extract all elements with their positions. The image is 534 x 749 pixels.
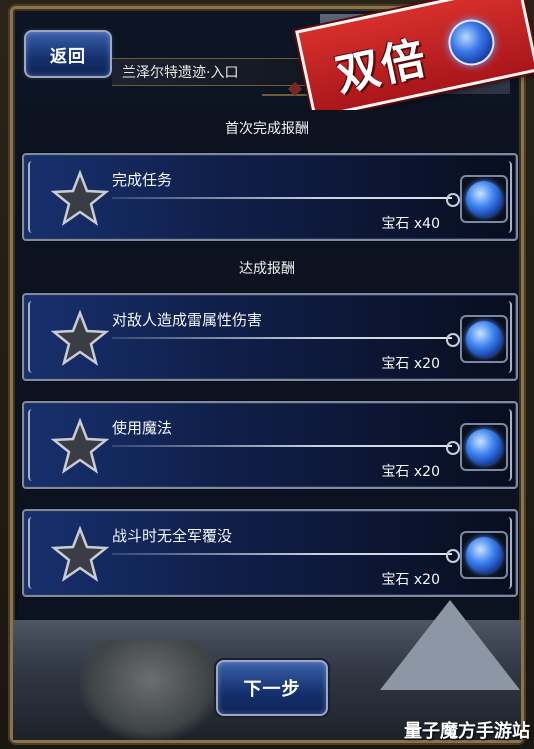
task-divider (112, 441, 460, 455)
blue-gem-icon (466, 429, 502, 465)
task-card: 使用魔法 宝石 x20 (22, 401, 518, 489)
task-reward: 宝石 x40 (381, 216, 440, 232)
task-divider (112, 193, 460, 207)
task-title: 战斗时无全军覆没 (112, 527, 233, 545)
task-card: 完成任务 宝石 x40 (22, 153, 518, 241)
blue-gem-icon (466, 321, 502, 357)
task-reward: 宝石 x20 (381, 464, 440, 480)
watermark: 量子魔方手游站 (404, 721, 530, 742)
task-title: 对敌人造成雷属性伤害 (112, 311, 263, 329)
star-icon (50, 417, 110, 474)
reward-slot (460, 175, 508, 223)
blue-gem-icon (444, 15, 499, 70)
task-divider (112, 549, 460, 563)
section-achievement: 达成报酬 (239, 261, 295, 277)
task-divider (112, 333, 460, 347)
task-card: 战斗时无全军覆没 宝石 x20 (22, 509, 518, 597)
reward-slot (460, 423, 508, 471)
mountain-background (380, 600, 520, 690)
banner-text: 双倍 (331, 32, 432, 102)
blue-gem-icon (466, 181, 502, 217)
tree-background (80, 640, 220, 740)
next-button[interactable]: 下一步 (216, 660, 328, 716)
star-icon (50, 525, 110, 582)
task-title: 使用魔法 (112, 419, 173, 437)
task-card: 对敌人造成雷属性伤害 宝石 x20 (22, 293, 518, 381)
reward-slot (460, 315, 508, 363)
back-button[interactable]: 返回 (24, 30, 112, 78)
star-icon (50, 169, 110, 226)
blue-gem-icon (466, 537, 502, 573)
task-reward: 宝石 x20 (381, 572, 440, 588)
task-title: 完成任务 (112, 171, 173, 189)
reward-slot (460, 531, 508, 579)
section-first-clear: 首次完成报酬 (225, 121, 309, 137)
task-reward: 宝石 x20 (381, 356, 440, 372)
star-icon (50, 309, 110, 366)
